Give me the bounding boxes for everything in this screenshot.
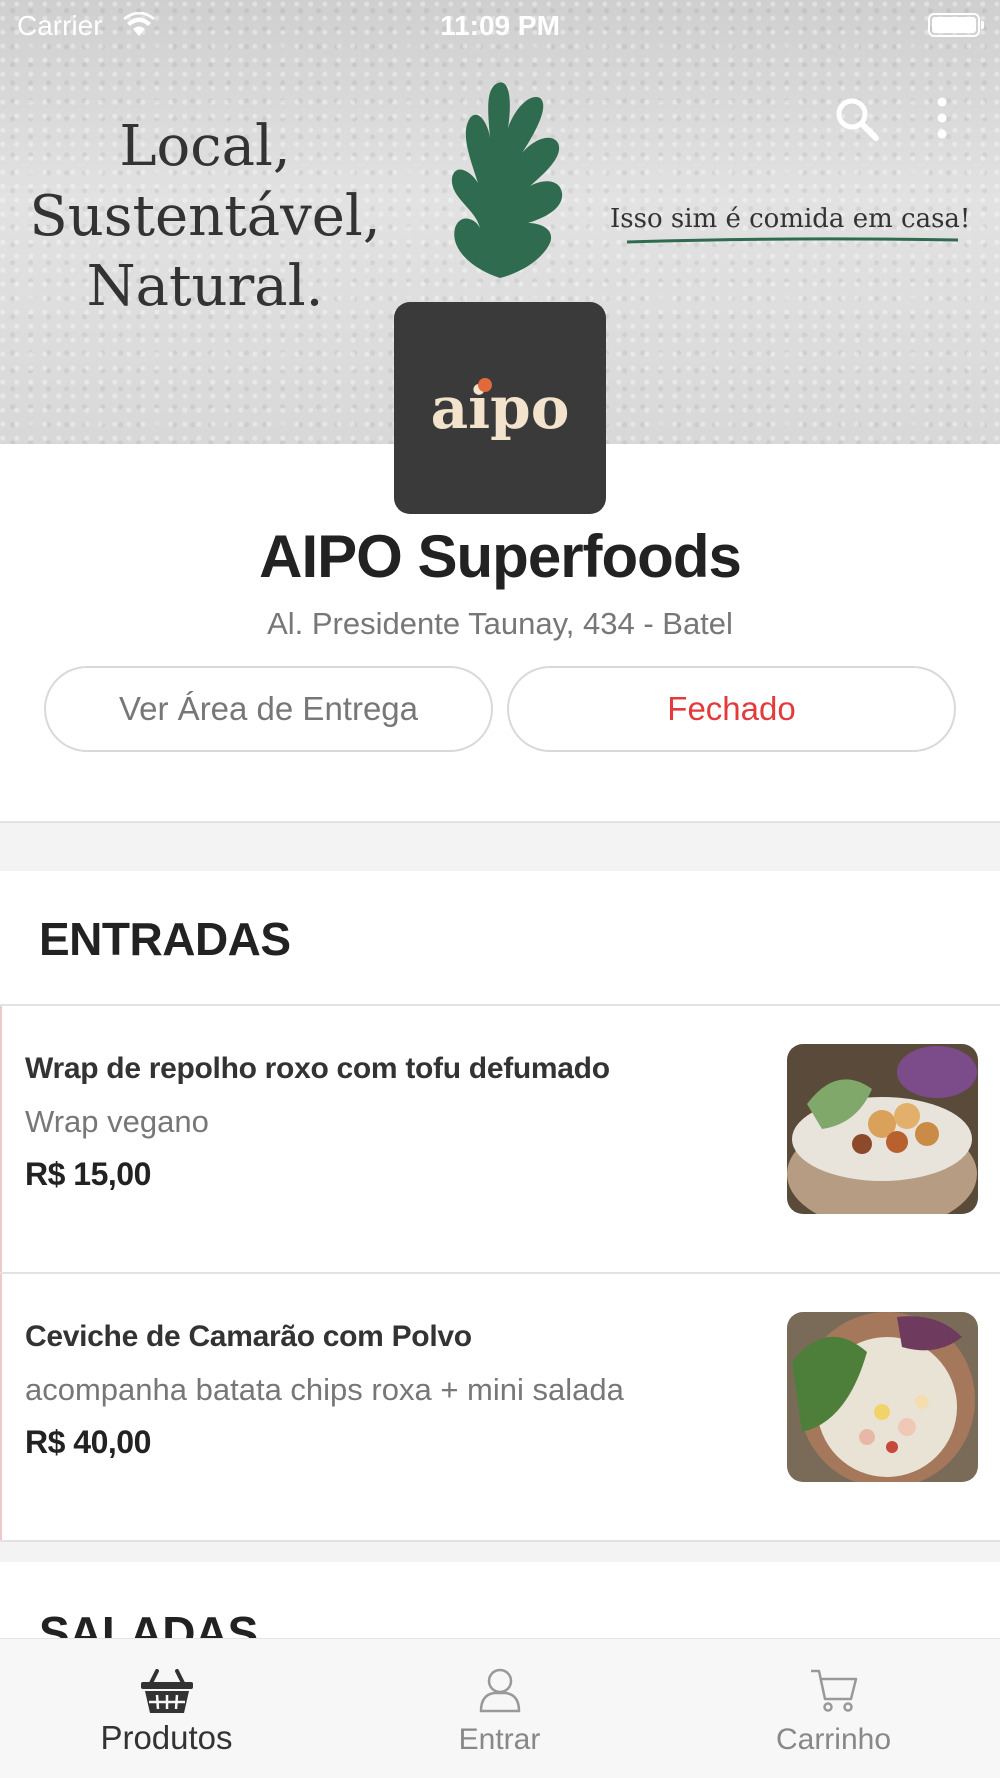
tab-carrinho[interactable]: Carrinho — [667, 1639, 1000, 1778]
tagline-underline — [626, 237, 959, 244]
banner-tagline: Isso sim é comida em casa! — [610, 204, 971, 234]
store-name: AIPO Superfoods — [259, 523, 742, 590]
status-time: 11:09 PM — [440, 10, 560, 41]
slogan-line-1: Local, — [119, 114, 291, 179]
slogan-line-2: Sustentável, — [29, 184, 381, 249]
store-logo: aipo — [394, 302, 606, 514]
store-status-button[interactable]: Fechado — [507, 666, 956, 752]
tab-label: Carrinho — [775, 1723, 892, 1756]
section-gap — [0, 1542, 1000, 1562]
logo-dot — [478, 378, 492, 392]
tab-produtos[interactable]: Produtos — [0, 1639, 333, 1778]
section-gap — [0, 823, 1000, 871]
battery-icon — [928, 13, 984, 37]
user-icon — [479, 1668, 520, 1713]
tab-label: Entrar — [458, 1723, 541, 1756]
product-name: Ceviche de Camarão com Polvo — [25, 1320, 472, 1353]
tab-label: Produtos — [100, 1719, 233, 1756]
product-price: R$ 15,00 — [25, 1156, 151, 1192]
logo-text: aipo — [430, 374, 570, 442]
cart-icon — [810, 1669, 857, 1712]
basket-icon — [140, 1669, 193, 1713]
tab-bar: Produtos Entrar Carrinho — [0, 1638, 1000, 1778]
status-bar: Carrier 11:09 PM — [0, 0, 1000, 50]
product-description: Wrap vegano — [25, 1104, 209, 1139]
banner-slogan: Local, Sustentável, Natural. — [20, 112, 390, 322]
product-image — [787, 1312, 978, 1482]
section-title-entradas: ENTRADAS — [39, 913, 291, 965]
product-item[interactable]: Ceviche de Camarão com Polvo acompanha b… — [0, 1274, 1000, 1540]
product-item[interactable]: Wrap de repolho roxo com tofu defumado W… — [0, 1006, 1000, 1272]
product-name: Wrap de repolho roxo com tofu defumado — [25, 1052, 610, 1085]
leaf-icon — [451, 82, 563, 278]
product-description: acompanha batata chips roxa + mini salad… — [25, 1372, 624, 1407]
store-address: Al. Presidente Taunay, 434 - Batel — [267, 606, 733, 641]
slogan-line-3: Natural. — [86, 254, 324, 319]
product-price: R$ 40,00 — [25, 1424, 151, 1460]
search-icon[interactable] — [832, 94, 880, 142]
product-image — [787, 1044, 978, 1214]
delivery-area-button[interactable]: Ver Área de Entrega — [44, 666, 493, 752]
tab-entrar[interactable]: Entrar — [333, 1639, 666, 1778]
more-vertical-icon[interactable] — [930, 96, 954, 144]
